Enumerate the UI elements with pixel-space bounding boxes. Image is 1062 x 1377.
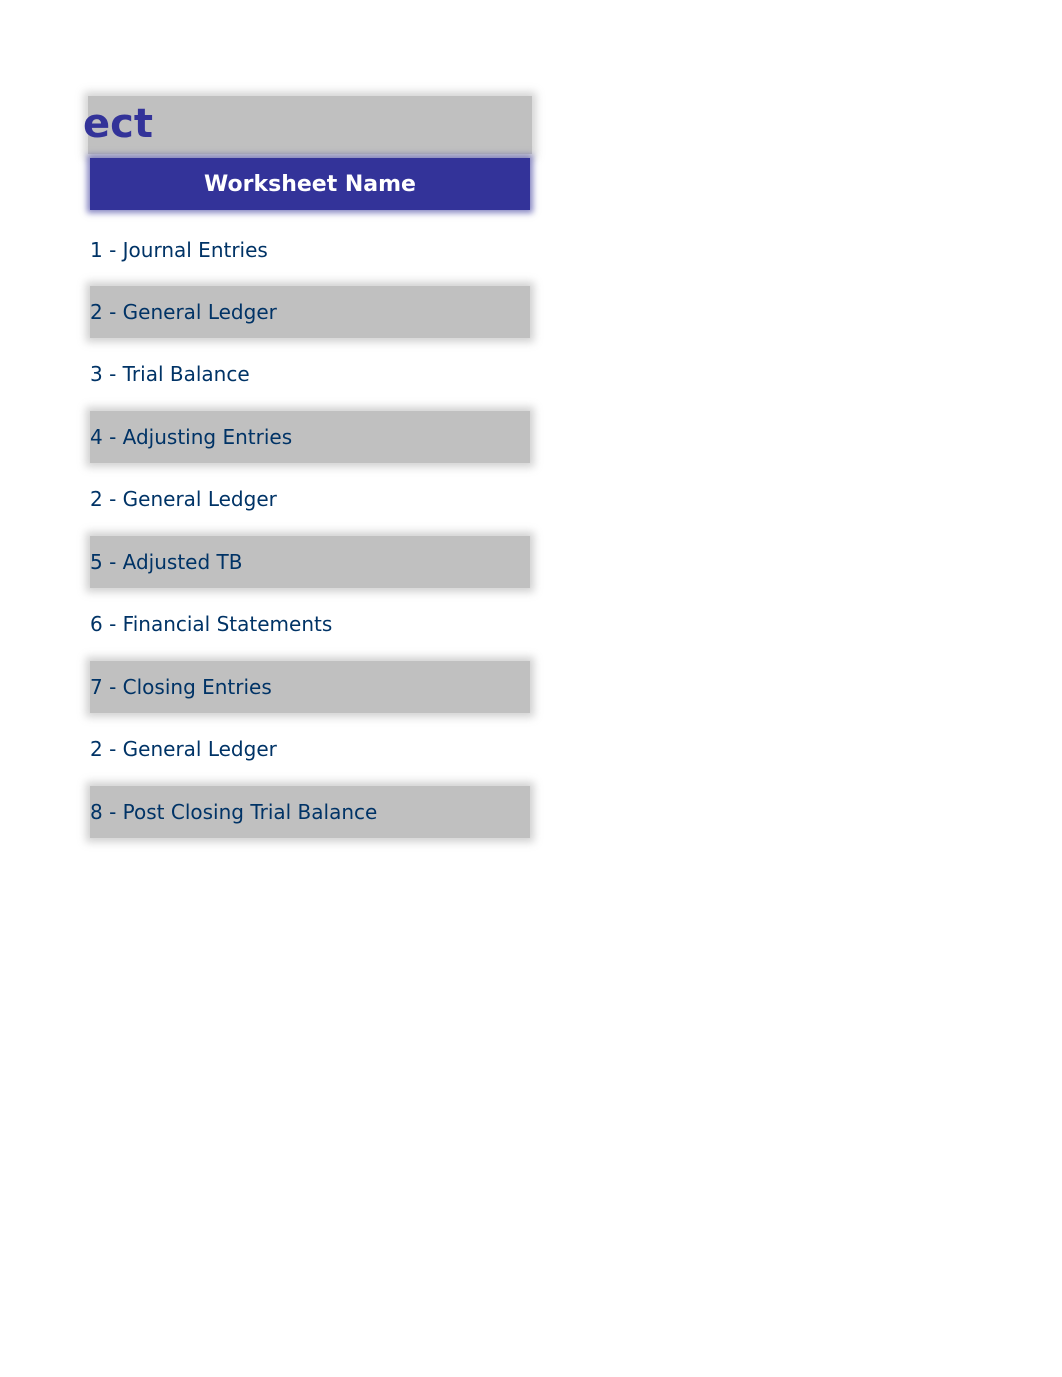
- worksheet-label: 3 - Trial Balance: [90, 362, 250, 386]
- worksheet-label: 2 - General Ledger: [90, 300, 277, 324]
- worksheet-label: 2 - General Ledger: [90, 737, 277, 761]
- worksheet-label: 8 - Post Closing Trial Balance: [90, 800, 378, 824]
- worksheet-link[interactable]: 6 - Financial Statements: [90, 598, 530, 650]
- worksheet-label: 6 - Financial Statements: [90, 612, 333, 636]
- header-label: Worksheet Name: [204, 171, 416, 197]
- worksheet-link[interactable]: 2 - General Ledger: [90, 286, 530, 338]
- worksheet-link[interactable]: 4 - Adjusting Entries: [90, 411, 530, 463]
- worksheet-link[interactable]: 3 - Trial Balance: [90, 348, 530, 400]
- worksheet-name-header: Worksheet Name: [90, 158, 530, 210]
- worksheet-link[interactable]: 1 - Journal Entries: [90, 224, 530, 276]
- title-band: [88, 96, 532, 154]
- worksheet-label: 5 - Adjusted TB: [90, 550, 243, 574]
- page-title: ect: [83, 101, 153, 147]
- worksheet-link[interactable]: 8 - Post Closing Trial Balance: [90, 786, 530, 838]
- worksheet-label: 7 - Closing Entries: [90, 675, 272, 699]
- worksheet-label: 1 - Journal Entries: [90, 238, 268, 262]
- worksheet-label: 4 - Adjusting Entries: [90, 425, 293, 449]
- worksheet-link[interactable]: 5 - Adjusted TB: [90, 536, 530, 588]
- worksheet-label: 2 - General Ledger: [90, 487, 277, 511]
- worksheet-link[interactable]: 7 - Closing Entries: [90, 661, 530, 713]
- worksheet-link[interactable]: 2 - General Ledger: [90, 473, 530, 525]
- worksheet-link[interactable]: 2 - General Ledger: [90, 723, 530, 775]
